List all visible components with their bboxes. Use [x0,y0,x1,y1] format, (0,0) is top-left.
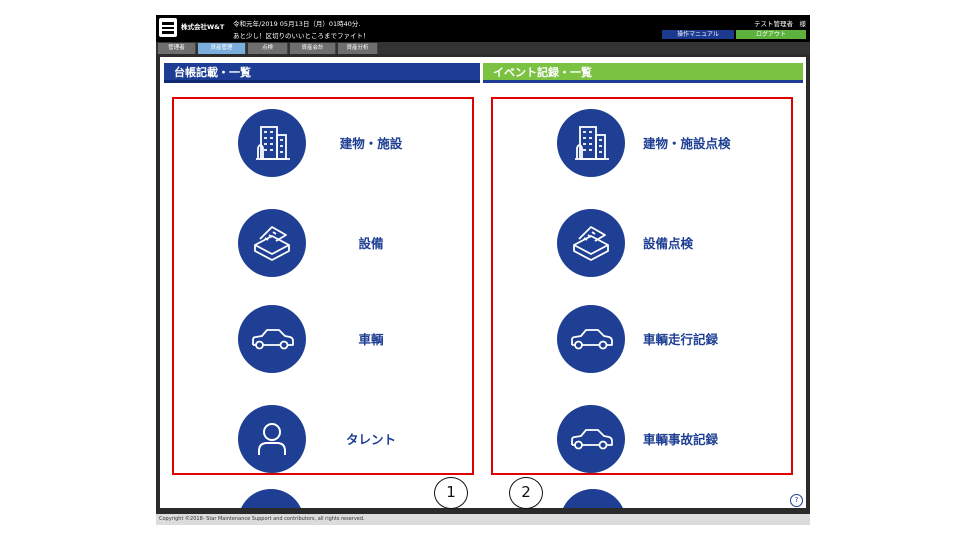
car-icon [238,305,306,373]
person-icon [238,405,306,473]
footer-copyright: Copyright ©2018- Star Maintenance Suppor… [156,514,810,525]
manual-button[interactable]: 操作マニュアル [662,30,734,39]
tab-inspection[interactable]: 点検 [248,43,288,54]
ledger-panel: 建物・施設 設備 車輌 タレント [172,97,474,475]
user-name: テスト管理者 様 [754,20,806,28]
event-item-building-inspection[interactable]: 建物・施設点検 [493,105,791,177]
ledger-pane-title: 台帳記載・一覧 [164,63,480,83]
logout-button[interactable]: ログアウト [736,30,806,39]
event-item-equipment-inspection[interactable]: 設備点検 [493,205,791,277]
next-item-icon[interactable] [560,489,626,508]
cheer-message: あと少し！区切りのいいところまでファイト！ [233,32,370,40]
tab-admin[interactable]: 管理者 [158,43,196,54]
event-pane-title: イベント記録・一覧 [483,63,803,83]
top-bar: 株式会社W&T 令和元年/2019 05月13日（月）01時40分. あと少し！… [156,15,810,42]
item-label: 設備 [358,236,384,251]
tab-asset-management[interactable]: 資産管理 [198,43,246,54]
item-label: 車輌事故記録 [643,432,719,447]
ledger-item-building[interactable]: 建物・施設 [174,105,472,177]
car-icon [557,405,625,473]
car-icon [557,305,625,373]
company-name: 株式会社W&T [181,23,225,31]
help-icon[interactable]: ? [790,494,803,507]
ledger-item-equipment[interactable]: 設備 [174,205,472,277]
event-panel: 建物・施設点検 設備点検 車輌走行記録 車輌事故記録 [491,97,793,475]
menu-icon[interactable] [159,18,177,37]
next-item-icon[interactable] [238,489,304,508]
equipment-icon [557,209,625,277]
main-content: 台帳記載・一覧 イベント記録・一覧 建物・施設 設備 車輌 タレント 建物・施設… [160,57,806,508]
annotation-marker-1: 1 [434,477,468,509]
building-icon [238,109,306,177]
app-window: 株式会社W&T 令和元年/2019 05月13日（月）01時40分. あと少し！… [156,15,810,525]
item-label: 建物・施設 [339,136,403,151]
item-label: タレント [345,432,396,447]
item-label: 車輌 [358,332,384,347]
item-label: 建物・施設点検 [643,136,731,151]
annotation-marker-2: 2 [509,477,543,509]
building-icon [557,109,625,177]
item-label: 車輌走行記録 [643,332,719,347]
item-label: 設備点検 [643,236,694,251]
current-datetime: 令和元年/2019 05月13日（月）01時40分. [233,20,361,28]
equipment-icon [238,209,306,277]
event-item-vehicle-driving-log[interactable]: 車輌走行記録 [493,301,791,373]
tab-asset-accounting[interactable]: 資産会計 [290,43,336,54]
ledger-item-vehicle[interactable]: 車輌 [174,301,472,373]
ledger-item-talent[interactable]: タレント [174,401,472,473]
event-item-vehicle-accident-log[interactable]: 車輌事故記録 [493,401,791,473]
tab-asset-analysis[interactable]: 資産分析 [338,43,378,54]
tab-bar: 管理者 資産管理 点検 資産会計 資産分析 [156,42,810,54]
